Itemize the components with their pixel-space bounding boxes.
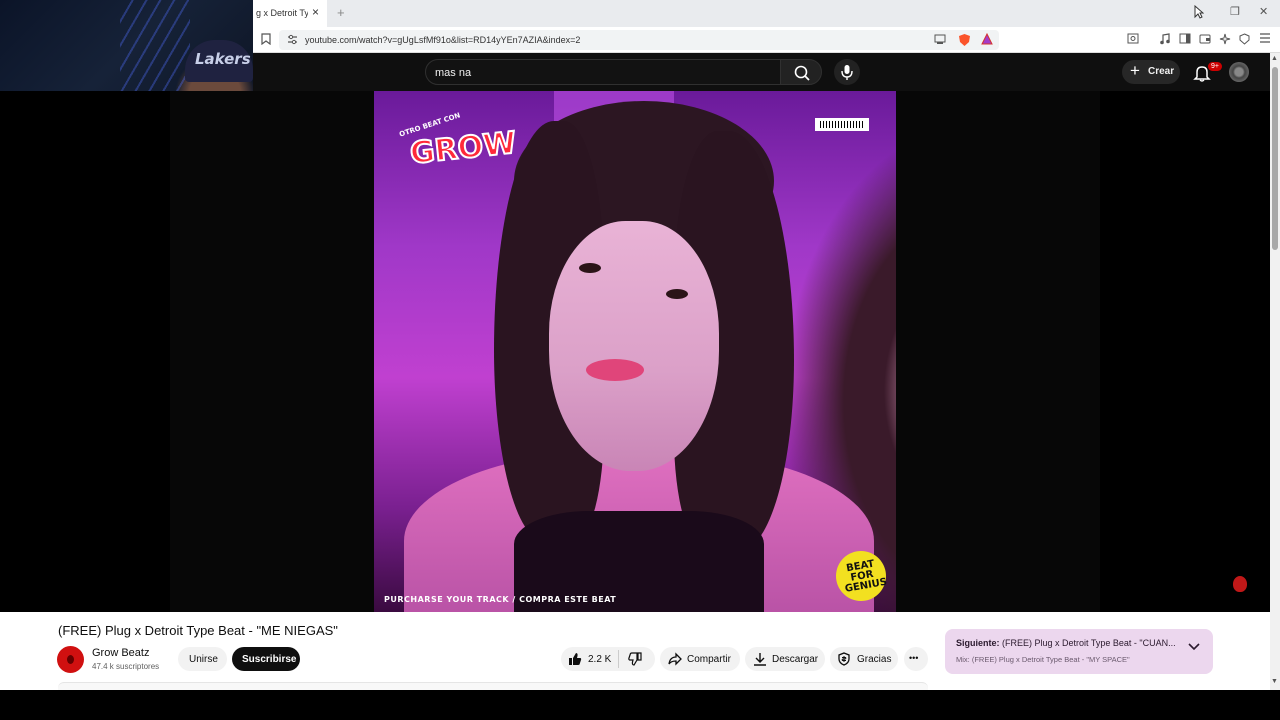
cursor-icon <box>1194 5 1204 19</box>
sidebar-icon[interactable] <box>1179 33 1191 44</box>
share-button[interactable]: Compartir <box>660 647 740 671</box>
scroll-down-icon[interactable]: ▼ <box>1271 678 1278 685</box>
description-box-edge <box>58 682 928 690</box>
bottom-black-bar <box>0 690 1280 720</box>
video-caption: PURCHARSE YOUR TRACK / COMPRA ESTE BEAT <box>384 595 617 604</box>
video-sticker-text: BEAT FOR GENIUS <box>844 558 888 595</box>
like-icon[interactable] <box>568 652 582 666</box>
thanks-label: Gracias <box>857 654 892 665</box>
video-logo: GROW <box>407 125 518 173</box>
thanks-button[interactable]: Gracias <box>830 647 898 671</box>
webcam-cap-text: Lakers <box>195 50 251 68</box>
scroll-thumb[interactable] <box>1272 67 1278 250</box>
video-player[interactable]: OTRO BEAT CON GROW PURCHARSE YOUR TRACK … <box>374 91 896 612</box>
plus-icon: + <box>1130 61 1140 80</box>
up-next-prefix: Siguiente: <box>956 638 1000 648</box>
search-button[interactable] <box>780 59 822 85</box>
join-button[interactable]: Unirse <box>178 647 227 671</box>
up-next-title: (FREE) Plug x Detroit Type Beat - "CUAN.… <box>1002 638 1176 648</box>
share-icon <box>668 652 682 666</box>
thanks-icon <box>837 652 851 666</box>
channel-avatar[interactable] <box>57 646 84 673</box>
scroll-up-icon[interactable]: ▲ <box>1271 55 1278 62</box>
subscribe-label: Suscribirse <box>242 654 297 665</box>
video-figure-eye-left <box>579 263 601 273</box>
video-figure-lips <box>586 359 644 381</box>
browser-tab[interactable]: g x Detroit Typ × <box>253 0 327 27</box>
subscriber-count: 47.4 k suscriptores <box>92 662 160 671</box>
media-icon[interactable] <box>1159 33 1170 45</box>
cast-icon[interactable] <box>934 34 946 45</box>
close-window-button[interactable]: ✕ <box>1259 5 1268 18</box>
youtube-header: mas na + Crear 9+ <box>253 53 1270 91</box>
subscribe-button[interactable]: Suscribirse <box>232 647 300 671</box>
up-next-title-line: Siguiente: (FREE) Plug x Detroit Type Be… <box>956 638 1176 648</box>
search-icon <box>794 65 810 81</box>
download-button[interactable]: Descargar <box>745 647 825 671</box>
like-divider <box>618 650 619 668</box>
create-button[interactable]: + Crear <box>1122 60 1180 84</box>
like-dislike-group: 2.2 K <box>561 647 655 671</box>
webcam-cap: Lakers <box>185 40 253 82</box>
tab-close-icon[interactable]: × <box>312 5 319 19</box>
restore-window-button[interactable]: ❐ <box>1230 5 1240 18</box>
tab-title: g x Detroit Typ <box>256 8 308 18</box>
url-text: youtube.com/watch?v=gUgLsfMf91o&list=RD1… <box>305 35 581 45</box>
leo-ai-icon[interactable] <box>1219 33 1231 45</box>
barcode-icon <box>815 118 869 131</box>
microphone-icon <box>841 65 853 80</box>
more-icon: ••• <box>909 653 919 663</box>
site-settings-icon[interactable] <box>287 34 298 45</box>
video-figure-face <box>549 221 719 471</box>
account-avatar[interactable] <box>1229 62 1249 82</box>
address-bar-row: youtube.com/watch?v=gUgLsfMf91o&list=RD1… <box>253 27 1280 53</box>
red-blob-icon <box>1233 576 1247 592</box>
download-icon <box>753 652 767 666</box>
up-next-mix: Mix: (FREE) Plug x Detroit Type Beat - "… <box>956 655 1130 664</box>
menu-icon[interactable] <box>1259 33 1271 43</box>
dislike-icon[interactable] <box>628 652 642 666</box>
video-info-panel: (FREE) Plug x Detroit Type Beat - "ME NI… <box>0 612 1270 690</box>
browser-tab-bar: g x Detroit Typ × + ❐ ✕ <box>253 0 1280 27</box>
vpn-icon[interactable] <box>1239 33 1250 45</box>
up-next-card[interactable]: Siguiente: (FREE) Plug x Detroit Type Be… <box>945 629 1213 674</box>
search-query: mas na <box>435 67 472 79</box>
download-label: Descargar <box>772 654 819 665</box>
wallet-icon[interactable] <box>1199 33 1211 44</box>
like-count[interactable]: 2.2 K <box>588 654 611 665</box>
new-tab-button[interactable]: + <box>337 5 345 20</box>
notification-badge: 9+ <box>1208 62 1222 71</box>
url-field[interactable]: youtube.com/watch?v=gUgLsfMf91o&list=RD1… <box>279 30 999 50</box>
create-label: Crear <box>1148 66 1175 77</box>
brave-rewards-icon[interactable] <box>981 33 993 45</box>
video-title: (FREE) Plug x Detroit Type Beat - "ME NI… <box>58 623 338 638</box>
more-actions-button[interactable]: ••• <box>904 647 928 671</box>
search-input[interactable]: mas na <box>425 59 781 85</box>
join-label: Unirse <box>189 654 218 665</box>
chevron-down-icon[interactable] <box>1188 643 1200 651</box>
voice-search-button[interactable] <box>834 59 860 85</box>
bookmark-icon[interactable] <box>261 33 271 45</box>
share-label: Compartir <box>687 654 731 665</box>
channel-name[interactable]: Grow Beatz <box>92 647 149 659</box>
screenshot-icon[interactable] <box>1127 33 1139 44</box>
page-scrollbar[interactable]: ▲ ▼ <box>1270 53 1280 690</box>
brave-shield-icon[interactable] <box>958 33 971 47</box>
video-figure-eye-right <box>666 289 688 299</box>
